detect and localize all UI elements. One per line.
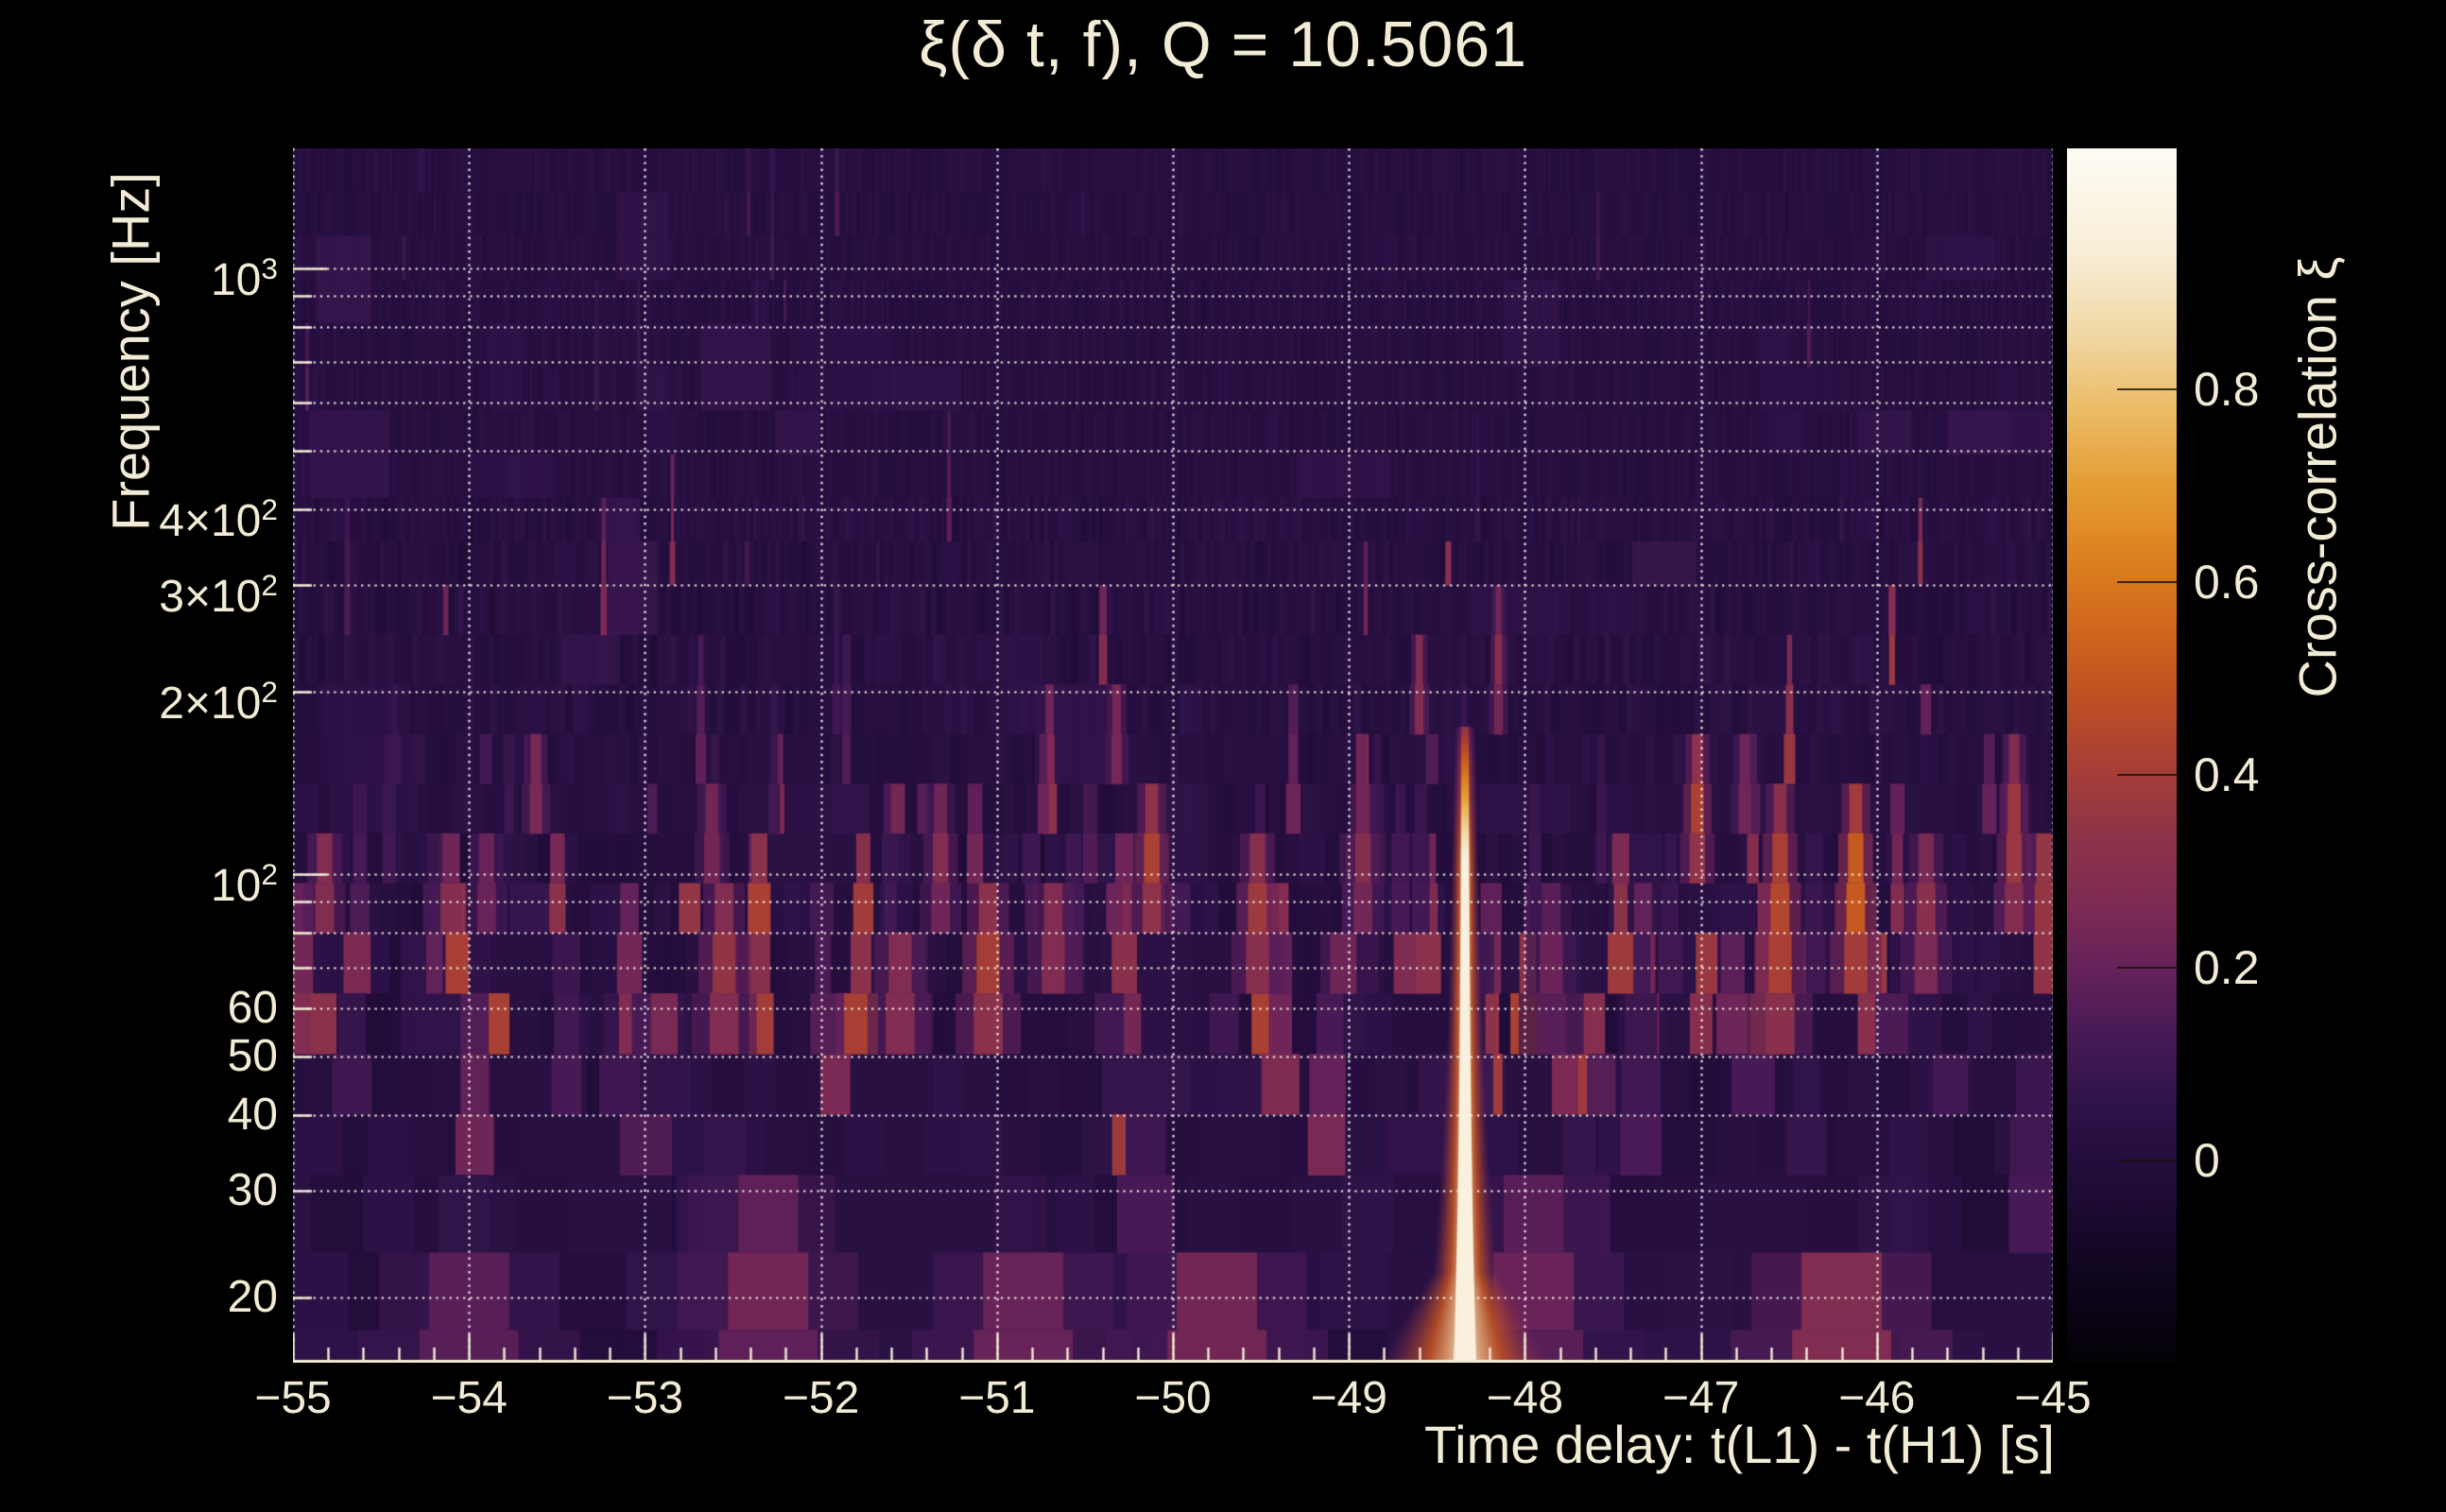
y-tick-label: 40 (227, 1089, 278, 1140)
colorbar-tick-mark (2117, 580, 2177, 583)
y-tick-label: 20 (227, 1271, 278, 1322)
colorbar-tick-mark (2117, 387, 2177, 390)
y-tick-label: 102 (210, 856, 278, 911)
colorbar (2067, 148, 2177, 1363)
y-axis-title: Frequency [Hz] (100, 172, 161, 531)
colorbar-tick-label: 0.4 (2194, 747, 2260, 801)
x-tick-label: −54 (430, 1373, 508, 1423)
y-tick-label: 30 (227, 1164, 278, 1215)
y-tick-label: 4×102 (159, 492, 278, 546)
colorbar-tick-label: 0.2 (2194, 940, 2260, 994)
qscan-cross-correlation-figure: ξ(δ t, f), Q = 10.5061 Frequency [Hz] 10… (0, 0, 2446, 1512)
y-tick-label: 50 (227, 1030, 278, 1081)
x-tick-label: −52 (782, 1373, 860, 1423)
x-tick-label: −49 (1310, 1373, 1387, 1423)
x-tick-label: −53 (606, 1373, 684, 1423)
colorbar-tick-label: 0 (2194, 1133, 2220, 1187)
x-tick-label: −55 (254, 1373, 332, 1423)
x-tick-label: −50 (1134, 1373, 1212, 1423)
x-tick-label: −51 (958, 1373, 1036, 1423)
colorbar-tick-mark (2117, 966, 2177, 969)
colorbar-tick-mark (2117, 1159, 2177, 1161)
x-axis-title: Time delay: t(L1) - t(H1) [s] (1424, 1415, 2055, 1474)
spectrogram-heatmap (293, 148, 2053, 1363)
colorbar-title: Cross-correlation ξ (2287, 256, 2348, 698)
y-tick-label: 2×102 (159, 674, 278, 729)
y-tick-label: 3×102 (159, 568, 278, 623)
y-tick-label: 103 (210, 250, 278, 305)
figure-title: ξ(δ t, f), Q = 10.5061 (918, 9, 1528, 80)
colorbar-tick-mark (2117, 773, 2177, 776)
